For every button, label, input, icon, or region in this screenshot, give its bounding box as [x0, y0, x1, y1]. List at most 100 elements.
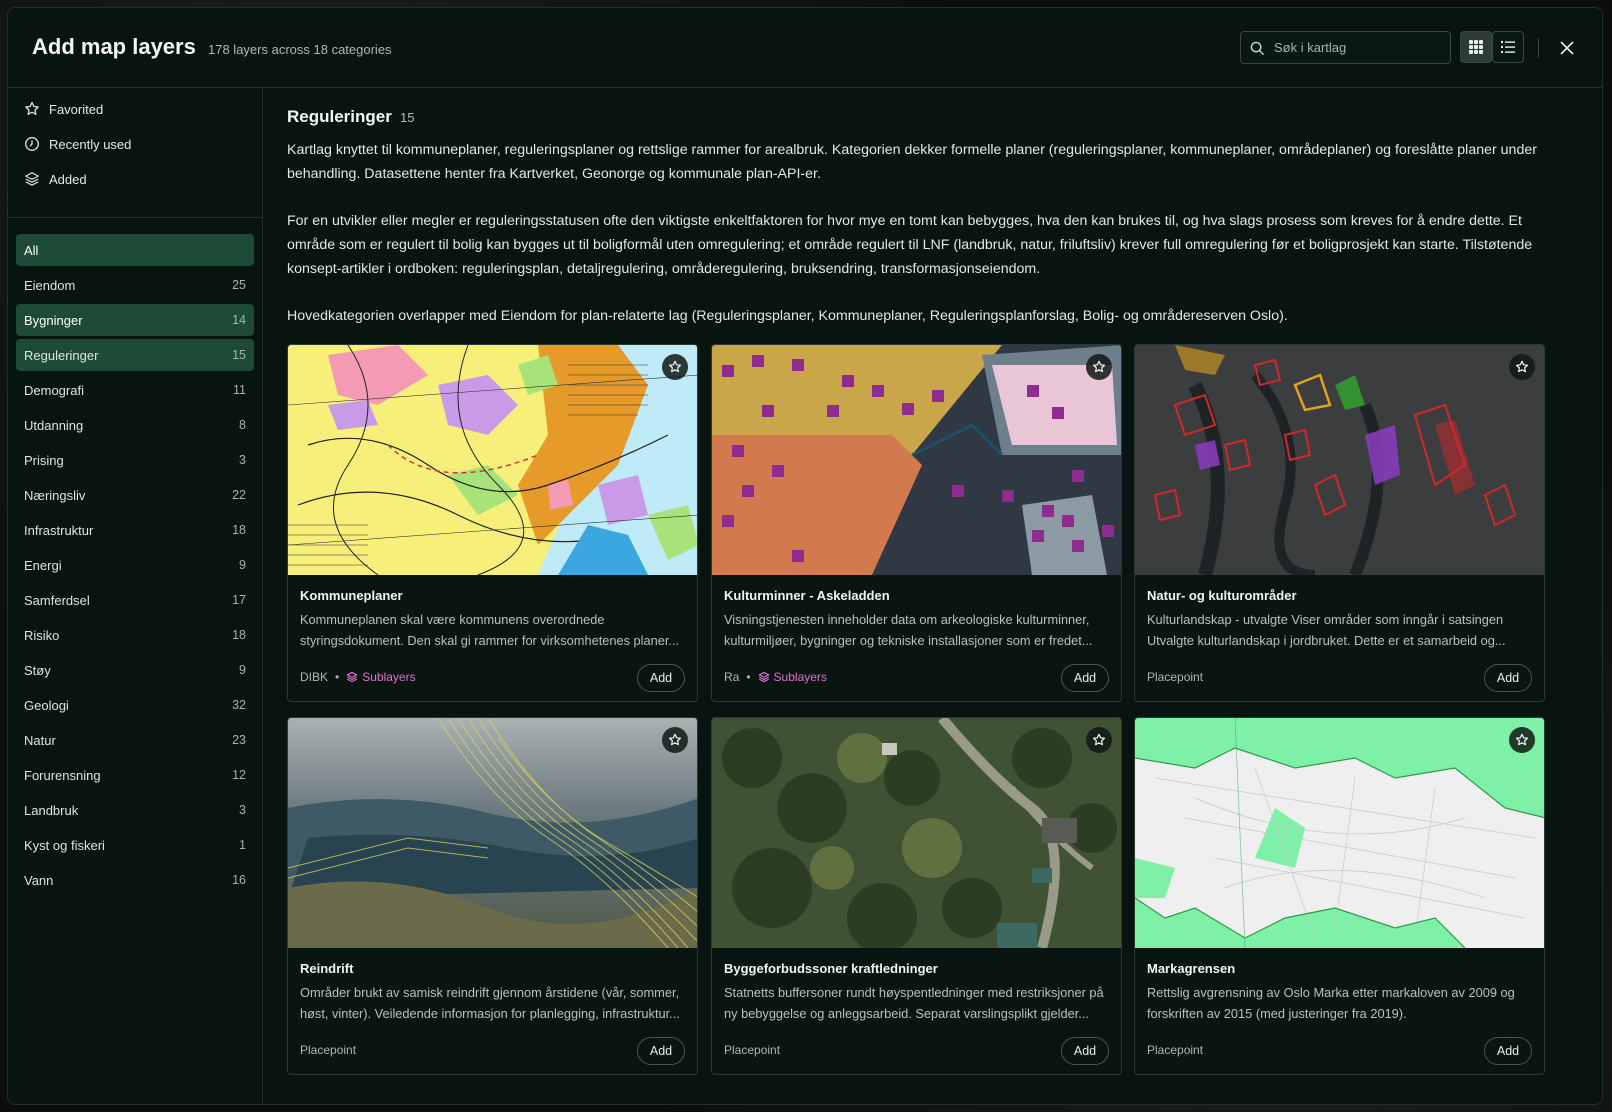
list-view-button[interactable]: [1492, 31, 1524, 63]
favorite-button[interactable]: [1509, 354, 1535, 380]
favorite-button[interactable]: [1086, 727, 1112, 753]
category-sidebar: Favorited Recently used Added All Eiendo…: [8, 88, 263, 1104]
category-label: Næringsliv: [24, 487, 86, 503]
category-risiko[interactable]: Risiko 18: [16, 619, 254, 651]
dialog-subtitle: 178 layers across 18 categories: [208, 42, 392, 57]
description-paragraph: Hovedkategorien overlapper med Eiendom f…: [287, 308, 1288, 324]
favorite-button[interactable]: [1509, 727, 1535, 753]
search-box[interactable]: [1240, 31, 1451, 64]
category-description: Kartlag knyttet til kommuneplaner, regul…: [287, 138, 1555, 351]
category-count: 32: [232, 698, 246, 712]
layers-icon: [758, 671, 769, 683]
category-reguleringer[interactable]: Reguleringer 15: [16, 339, 254, 371]
category-count: 12: [232, 768, 246, 782]
category-label: Eiendom: [24, 277, 76, 293]
category-count: 14: [232, 313, 246, 327]
list-icon: [1501, 41, 1515, 53]
category-naeringsliv[interactable]: Næringsliv 22: [16, 479, 254, 511]
layer-title: Byggeforbudssoner kraftledninger: [724, 961, 938, 976]
favorited-filter[interactable]: Favorited: [24, 98, 103, 120]
close-button[interactable]: [1557, 38, 1577, 58]
favorite-button[interactable]: [1086, 354, 1112, 380]
layer-source: DIBK: [300, 670, 329, 684]
layer-title: Kulturminner - Askeladden: [724, 588, 890, 603]
dialog-header: Add map layers 178 layers across 18 cate…: [8, 8, 1602, 88]
layer-card-kulturminner[interactable]: Kulturminner - Askeladden Visningstjenes…: [711, 344, 1122, 702]
layer-card-markagrensen[interactable]: Markagrensen Rettslig avgrensning av Osl…: [1134, 717, 1545, 1075]
layer-title: Natur- og kulturområder: [1147, 588, 1297, 603]
layers-icon: [346, 671, 358, 683]
category-count: 15: [232, 348, 246, 362]
quick-filters: Favorited Recently used Added: [8, 88, 262, 218]
sublayers-link[interactable]: Sublayers: [758, 670, 827, 684]
recently-used-filter[interactable]: Recently used: [24, 133, 131, 155]
star-icon: [1515, 360, 1529, 373]
grid-icon: [1469, 40, 1483, 54]
category-prising[interactable]: Prising 3: [16, 444, 254, 476]
category-utdanning[interactable]: Utdanning 8: [16, 409, 254, 441]
layer-card-kommuneplaner[interactable]: Kommuneplaner Kommuneplanen skal være ko…: [287, 344, 698, 702]
category-count: 9: [239, 558, 246, 572]
category-geologi[interactable]: Geologi 32: [16, 689, 254, 721]
category-landbruk[interactable]: Landbruk 3: [16, 794, 254, 826]
dialog-title: Add map layers: [32, 34, 196, 59]
category-count: 22: [232, 488, 246, 502]
category-title-count: 15: [400, 110, 415, 125]
category-natur[interactable]: Natur 23: [16, 724, 254, 756]
layers-icon: [25, 172, 39, 186]
layer-thumbnail: [1135, 718, 1544, 948]
category-samferdsel[interactable]: Samferdsel 17: [16, 584, 254, 616]
category-label: Utdanning: [24, 417, 84, 433]
add-layer-button[interactable]: Add: [1061, 1037, 1109, 1065]
layer-meta: Placepoint: [300, 1043, 356, 1057]
category-label: Demografi: [24, 382, 84, 398]
layer-description: Kulturlandskap - utvalgte Viser områder …: [1147, 612, 1506, 648]
layer-meta: Ra • Sublayers: [724, 670, 827, 684]
layer-source: Ra: [724, 670, 740, 684]
category-vann[interactable]: Vann 16: [16, 864, 254, 896]
layer-card-reindrift[interactable]: Reindrift Områder brukt av samisk reindr…: [287, 717, 698, 1075]
layer-meta: Placepoint: [1147, 1043, 1203, 1057]
star-icon: [1092, 360, 1106, 373]
category-count: 18: [232, 523, 246, 537]
category-label: Risiko: [24, 627, 60, 643]
category-demografi[interactable]: Demografi 11: [16, 374, 254, 406]
category-eiendom[interactable]: Eiendom 25: [16, 269, 254, 301]
category-label: Geologi: [24, 697, 69, 713]
category-energi[interactable]: Energi 9: [16, 549, 254, 581]
favorite-button[interactable]: [662, 727, 688, 753]
sublayers-link[interactable]: Sublayers: [346, 670, 416, 684]
category-all[interactable]: All: [16, 234, 254, 266]
category-count: 8: [239, 418, 246, 432]
category-count: 16: [232, 873, 246, 887]
category-stoy[interactable]: Støy 9: [16, 654, 254, 686]
layer-card-byggeforbudssoner[interactable]: Byggeforbudssoner kraftledninger Statnet…: [711, 717, 1122, 1075]
layer-thumbnail: [288, 718, 697, 948]
category-title: Reguleringer: [287, 107, 392, 126]
category-infrastruktur[interactable]: Infrastruktur 18: [16, 514, 254, 546]
add-layer-button[interactable]: Add: [637, 664, 685, 692]
separator-dot: •: [746, 670, 751, 684]
add-layer-button[interactable]: Add: [637, 1037, 685, 1065]
category-label: Prising: [24, 452, 64, 468]
layer-title: Reindrift: [300, 961, 354, 976]
layer-meta: Placepoint: [1147, 670, 1203, 684]
add-layer-button[interactable]: Add: [1484, 664, 1532, 692]
search-input[interactable]: [1274, 32, 1444, 63]
category-label: Reguleringer: [24, 347, 99, 363]
category-bygninger[interactable]: Bygninger 14: [16, 304, 254, 336]
layer-description: Statnetts buffersoner rundt høyspentledn…: [724, 985, 1104, 1021]
grid-view-button[interactable]: [1460, 31, 1492, 63]
layer-source: Placepoint: [1147, 670, 1204, 684]
layer-source: Placepoint: [1147, 1043, 1204, 1057]
star-icon: [668, 733, 682, 746]
layer-source: Placepoint: [724, 1043, 781, 1057]
layer-description: Områder brukt av samisk reindrift gjenno…: [300, 985, 680, 1021]
category-forurensning[interactable]: Forurensning 12: [16, 759, 254, 791]
added-filter[interactable]: Added: [24, 168, 87, 190]
layer-card-natur-og-kulturomrader[interactable]: Natur- og kulturområder Kulturlandskap -…: [1134, 344, 1545, 702]
add-layer-button[interactable]: Add: [1061, 664, 1109, 692]
category-kyst-og-fiskeri[interactable]: Kyst og fiskeri 1: [16, 829, 254, 861]
add-layer-button[interactable]: Add: [1484, 1037, 1532, 1065]
favorite-button[interactable]: [662, 354, 688, 380]
